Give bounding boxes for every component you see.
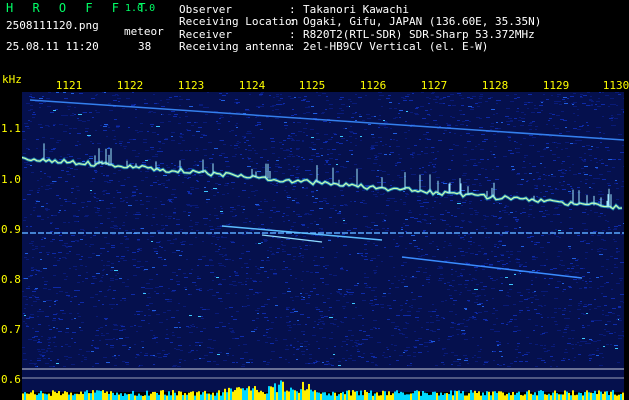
time-tick-label: 1127	[420, 79, 448, 92]
meteor-label: meteor	[124, 25, 164, 38]
time-tick-label: 1128	[481, 79, 509, 92]
info-separator: :	[289, 15, 296, 28]
time-tick-label: 1124	[238, 79, 266, 92]
freq-tick-label: 0.7	[1, 323, 21, 336]
info-label-antenna: Receiving antenna	[179, 40, 292, 53]
time-tick-label: 1122	[116, 79, 144, 92]
datetime: 25.08.11 11:20	[6, 40, 99, 53]
info-label-location: Receiving Location	[179, 15, 299, 28]
file-name: 2508111120.png	[6, 19, 99, 32]
freq-tick-label: 0.9	[1, 223, 21, 236]
info-value-antenna: 2el-HB9CV Vertical (el. E-W)	[303, 40, 489, 53]
info-separator: :	[289, 40, 296, 53]
freq-tick-label: 1.0	[1, 173, 21, 186]
hrofft-display: H R O F F T 1.0.0 2508111120.png meteor …	[0, 0, 629, 400]
freq-tick-label: 1.1	[1, 122, 21, 135]
meteor-count: 38	[138, 40, 152, 53]
app-version: 1.0.0	[125, 3, 156, 14]
freq-tick-label: 0.6	[1, 373, 21, 386]
freq-tick-label: 0.8	[1, 273, 21, 286]
freq-unit-label: kHz	[2, 73, 22, 86]
info-value-location: Ogaki, Gifu, JAPAN (136.60E, 35.35N)	[303, 15, 542, 28]
time-tick-label: 1121	[55, 79, 83, 92]
waterfall-spectrogram	[22, 92, 624, 400]
time-tick-label: 1125	[298, 79, 326, 92]
time-tick-label: 1126	[359, 79, 387, 92]
time-tick-label: 1130	[602, 79, 629, 92]
waterfall-canvas	[22, 92, 624, 400]
time-tick-label: 1129	[542, 79, 570, 92]
time-tick-label: 1123	[177, 79, 205, 92]
